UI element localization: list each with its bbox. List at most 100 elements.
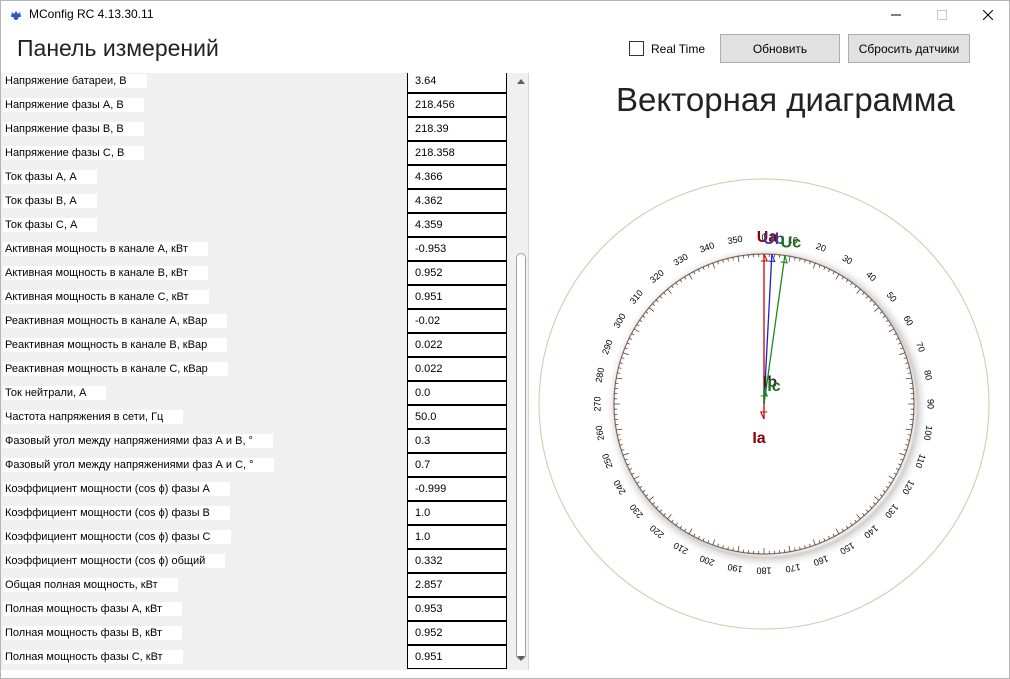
measurement-row: Реактивная мощность в канале В, кВар 0.02… bbox=[1, 333, 513, 357]
dial-label: 280 bbox=[594, 367, 606, 384]
measurement-row: Фазовый угол между напряжениями фаз А и … bbox=[1, 429, 513, 453]
measurement-label: Коэффициент мощности (cos ϕ) фазы С bbox=[3, 530, 231, 544]
measurement-value[interactable]: -0.999 bbox=[407, 477, 507, 501]
measurement-row: Напряжение фазы С, В 218.358 bbox=[1, 141, 513, 165]
realtime-checkbox[interactable] bbox=[629, 41, 644, 56]
dial-label: 330 bbox=[672, 252, 690, 268]
measurement-value[interactable]: 0.022 bbox=[407, 333, 507, 357]
page-title: Панель измерений bbox=[17, 35, 219, 61]
measurement-value[interactable]: 0.952 bbox=[407, 261, 507, 285]
minimize-button[interactable] bbox=[873, 1, 919, 29]
close-button[interactable] bbox=[965, 1, 1009, 29]
measurement-row: Реактивная мощность в канале С, кВар 0.02… bbox=[1, 357, 513, 381]
refresh-button[interactable]: Обновить bbox=[720, 34, 840, 63]
measurement-label: Ток фазы А, А bbox=[3, 170, 97, 184]
measurement-row: Напряжение фазы В, В 218.39 bbox=[1, 117, 513, 141]
measurement-row: Полная мощность фазы В, кВт 0.952 bbox=[1, 621, 513, 645]
measurement-value[interactable]: 3.64 bbox=[407, 73, 507, 93]
measurement-value[interactable]: 0.7 bbox=[407, 453, 507, 477]
dial-label: 350 bbox=[727, 234, 744, 246]
measurement-row: Коэффициент мощности (cos ϕ) фазы С 1.0 bbox=[1, 525, 513, 549]
measurement-row: Напряжение батареи, В 3.64 bbox=[1, 73, 513, 93]
measurement-row: Общая полная мощность, кВт 2.857 bbox=[1, 573, 513, 597]
dial-label: 80 bbox=[922, 369, 934, 381]
measurement-row: Ток нейтрали, А 0.0 bbox=[1, 381, 513, 405]
measurement-label: Активная мощность в канале А, кВт bbox=[3, 242, 208, 256]
measurement-value[interactable]: 0.953 bbox=[407, 597, 507, 621]
measurement-value[interactable]: 1.0 bbox=[407, 501, 507, 525]
measurement-label: Напряжение фазы В, В bbox=[3, 122, 144, 136]
measurement-value[interactable]: 0.951 bbox=[407, 285, 507, 309]
dial-label: 310 bbox=[628, 288, 645, 306]
measurement-value[interactable]: 218.358 bbox=[407, 141, 507, 165]
window-title: MConfig RC 4.13.30.11 bbox=[29, 7, 154, 21]
measurement-row: Полная мощность фазы А, кВт 0.953 bbox=[1, 597, 513, 621]
dial-label: 290 bbox=[600, 338, 615, 356]
measurement-value[interactable]: 2.857 bbox=[407, 573, 507, 597]
measurement-label: Фазовый угол между напряжениями фаз А и … bbox=[3, 458, 274, 472]
vertical-scrollbar[interactable] bbox=[513, 73, 528, 670]
app-window: MConfig RC 4.13.30.11 Панель измерений R… bbox=[0, 0, 1010, 679]
realtime-label[interactable]: Real Time bbox=[651, 42, 705, 56]
measurement-value[interactable]: 0.0 bbox=[407, 381, 507, 405]
measurement-value[interactable]: 50.0 bbox=[407, 405, 507, 429]
dial-label: 260 bbox=[594, 425, 606, 442]
scrollbar-thumb[interactable] bbox=[516, 253, 526, 660]
dial-label: 180 bbox=[756, 566, 771, 576]
reset-sensors-button[interactable]: Сбросить датчики bbox=[848, 34, 970, 63]
measurement-label: Коэффициент мощности (cos ϕ) фазы В bbox=[3, 506, 230, 520]
measurement-value[interactable]: 4.362 bbox=[407, 189, 507, 213]
measurement-value[interactable]: 0.332 bbox=[407, 549, 507, 573]
measurement-row: Ток фазы В, А 4.362 bbox=[1, 189, 513, 213]
close-icon bbox=[983, 10, 993, 20]
vector-label: Ia bbox=[752, 430, 765, 447]
measurement-value[interactable]: 0.951 bbox=[407, 645, 507, 669]
measurement-value[interactable]: -0.02 bbox=[407, 309, 507, 333]
minimize-icon bbox=[891, 14, 901, 16]
measurement-row: Частота напряжения в сети, Гц 50.0 bbox=[1, 405, 513, 429]
measurement-label: Общая полная мощность, кВт bbox=[3, 578, 178, 592]
measurement-label: Полная мощность фазы С, кВт bbox=[3, 650, 183, 664]
measurement-label: Реактивная мощность в канале С, кВар bbox=[3, 362, 228, 376]
measurement-row: Коэффициент мощности (cos ϕ) фазы А -0.99… bbox=[1, 477, 513, 501]
measurement-row: Активная мощность в канале А, кВт -0.953 bbox=[1, 237, 513, 261]
vector-label: Uc bbox=[781, 234, 802, 251]
measurement-label: Ток фазы В, А bbox=[3, 194, 97, 208]
measurement-row: Ток фазы С, А 4.359 bbox=[1, 213, 513, 237]
measurement-value[interactable]: 4.359 bbox=[407, 213, 507, 237]
measurement-value[interactable]: 4.366 bbox=[407, 165, 507, 189]
measurement-value[interactable]: 0.952 bbox=[407, 621, 507, 645]
measurement-label: Напряжение фазы А, В bbox=[3, 98, 144, 112]
measurement-row: Активная мощность в канале С, кВт 0.951 bbox=[1, 285, 513, 309]
measurement-label: Реактивная мощность в канале А, кВар bbox=[3, 314, 228, 328]
measurement-row: Напряжение фазы А, В 218.456 bbox=[1, 93, 513, 117]
measurement-value[interactable]: -0.953 bbox=[407, 237, 507, 261]
measurement-label: Напряжение батареи, В bbox=[3, 74, 147, 88]
measurements-list[interactable]: Напряжение батареи, В 3.64 Напряжение фазы… bbox=[1, 73, 529, 670]
measurement-label: Частота напряжения в сети, Гц bbox=[3, 410, 184, 424]
dial-label: 320 bbox=[648, 268, 666, 285]
measurement-label: Ток фазы С, А bbox=[3, 218, 98, 232]
measurement-row: Активная мощность в канале В, кВт 0.952 bbox=[1, 261, 513, 285]
diagram-title: Векторная диаграмма bbox=[616, 81, 955, 118]
measurement-value[interactable]: 1.0 bbox=[407, 525, 507, 549]
app-icon bbox=[11, 11, 21, 20]
dial-label: 300 bbox=[612, 312, 628, 330]
measurement-value[interactable]: 218.456 bbox=[407, 93, 507, 117]
scroll-down-icon[interactable] bbox=[517, 656, 525, 661]
measurement-label: Напряжение фазы С, В bbox=[3, 146, 145, 160]
measurement-row: Коэффициент мощности (cos ϕ) фазы В 1.0 bbox=[1, 501, 513, 525]
measurement-row: Полная мощность фазы С, кВт 0.951 bbox=[1, 645, 513, 669]
measurement-label: Активная мощность в канале С, кВт bbox=[3, 290, 209, 304]
measurement-value[interactable]: 0.3 bbox=[407, 429, 507, 453]
dial-label: 270 bbox=[592, 396, 602, 411]
maximize-button[interactable] bbox=[919, 1, 965, 29]
measurement-label: Полная мощность фазы А, кВт bbox=[3, 602, 182, 616]
measurement-row: Ток фазы А, А 4.366 bbox=[1, 165, 513, 189]
measurement-value[interactable]: 0.022 bbox=[407, 357, 507, 381]
scroll-up-icon[interactable] bbox=[517, 79, 525, 84]
measurement-value[interactable]: 218.39 bbox=[407, 117, 507, 141]
title-bar: MConfig RC 4.13.30.11 bbox=[1, 1, 1009, 29]
measurement-label: Реактивная мощность в канале В, кВар bbox=[3, 338, 228, 352]
measurement-label: Коэффициент мощности (cos ϕ) фазы А bbox=[3, 482, 230, 496]
